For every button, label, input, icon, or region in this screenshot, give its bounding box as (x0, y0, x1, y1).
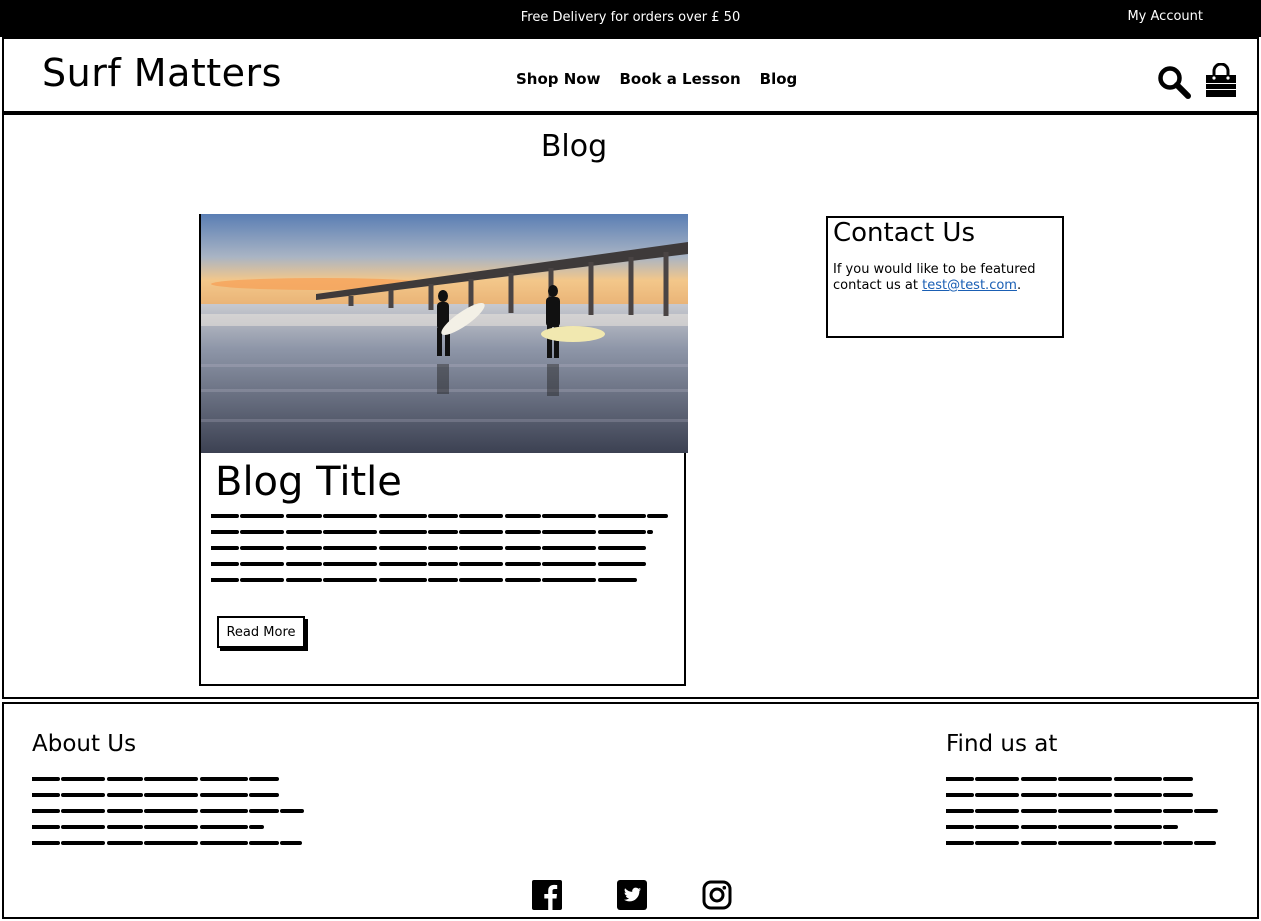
contact-us-heading: Contact Us (833, 218, 975, 248)
contact-us-text: If you would like to be featured contact… (833, 262, 1059, 294)
find-us-text-placeholder (946, 777, 1218, 845)
my-account-link[interactable]: My Account (1127, 9, 1203, 24)
nav-shop-now[interactable]: Shop Now (516, 70, 600, 88)
contact-email-link[interactable]: test@test.com (922, 278, 1017, 293)
shopping-bag-icon[interactable] (1203, 63, 1239, 99)
blog-post-excerpt-placeholder (211, 514, 668, 582)
site-footer: About Us Find us at (2, 702, 1259, 919)
contact-us-box: Contact Us If you would like to be featu… (826, 216, 1064, 338)
free-delivery-text: Free Delivery for orders over £ 50 (520, 10, 741, 25)
promo-bar: Free Delivery for orders over £ 50 My Ac… (0, 0, 1261, 37)
find-us-heading: Find us at (946, 731, 1058, 757)
read-more-button[interactable]: Read More (217, 616, 305, 648)
blog-post-title: Blog Title (215, 459, 402, 505)
twitter-icon[interactable] (617, 880, 647, 910)
site-header: Surf Matters Shop Now Book a Lesson Blog (2, 37, 1259, 113)
main-nav: Shop Now Book a Lesson Blog (516, 70, 797, 88)
blog-post-card: Blog Title Read More (199, 214, 688, 686)
search-icon[interactable] (1157, 65, 1191, 99)
facebook-icon[interactable] (532, 880, 562, 910)
blog-main: Blog Blog Title Read More Contact Us If … (2, 113, 1259, 699)
site-logo[interactable]: Surf Matters (42, 51, 282, 95)
instagram-icon[interactable] (702, 880, 732, 910)
about-us-text-placeholder (32, 777, 304, 845)
blog-hero-image (201, 214, 688, 453)
page-title: Blog (540, 129, 608, 164)
about-us-heading: About Us (32, 731, 137, 757)
contact-period: . (1016, 278, 1022, 293)
nav-book-lesson[interactable]: Book a Lesson (619, 70, 740, 88)
nav-blog[interactable]: Blog (760, 70, 798, 88)
